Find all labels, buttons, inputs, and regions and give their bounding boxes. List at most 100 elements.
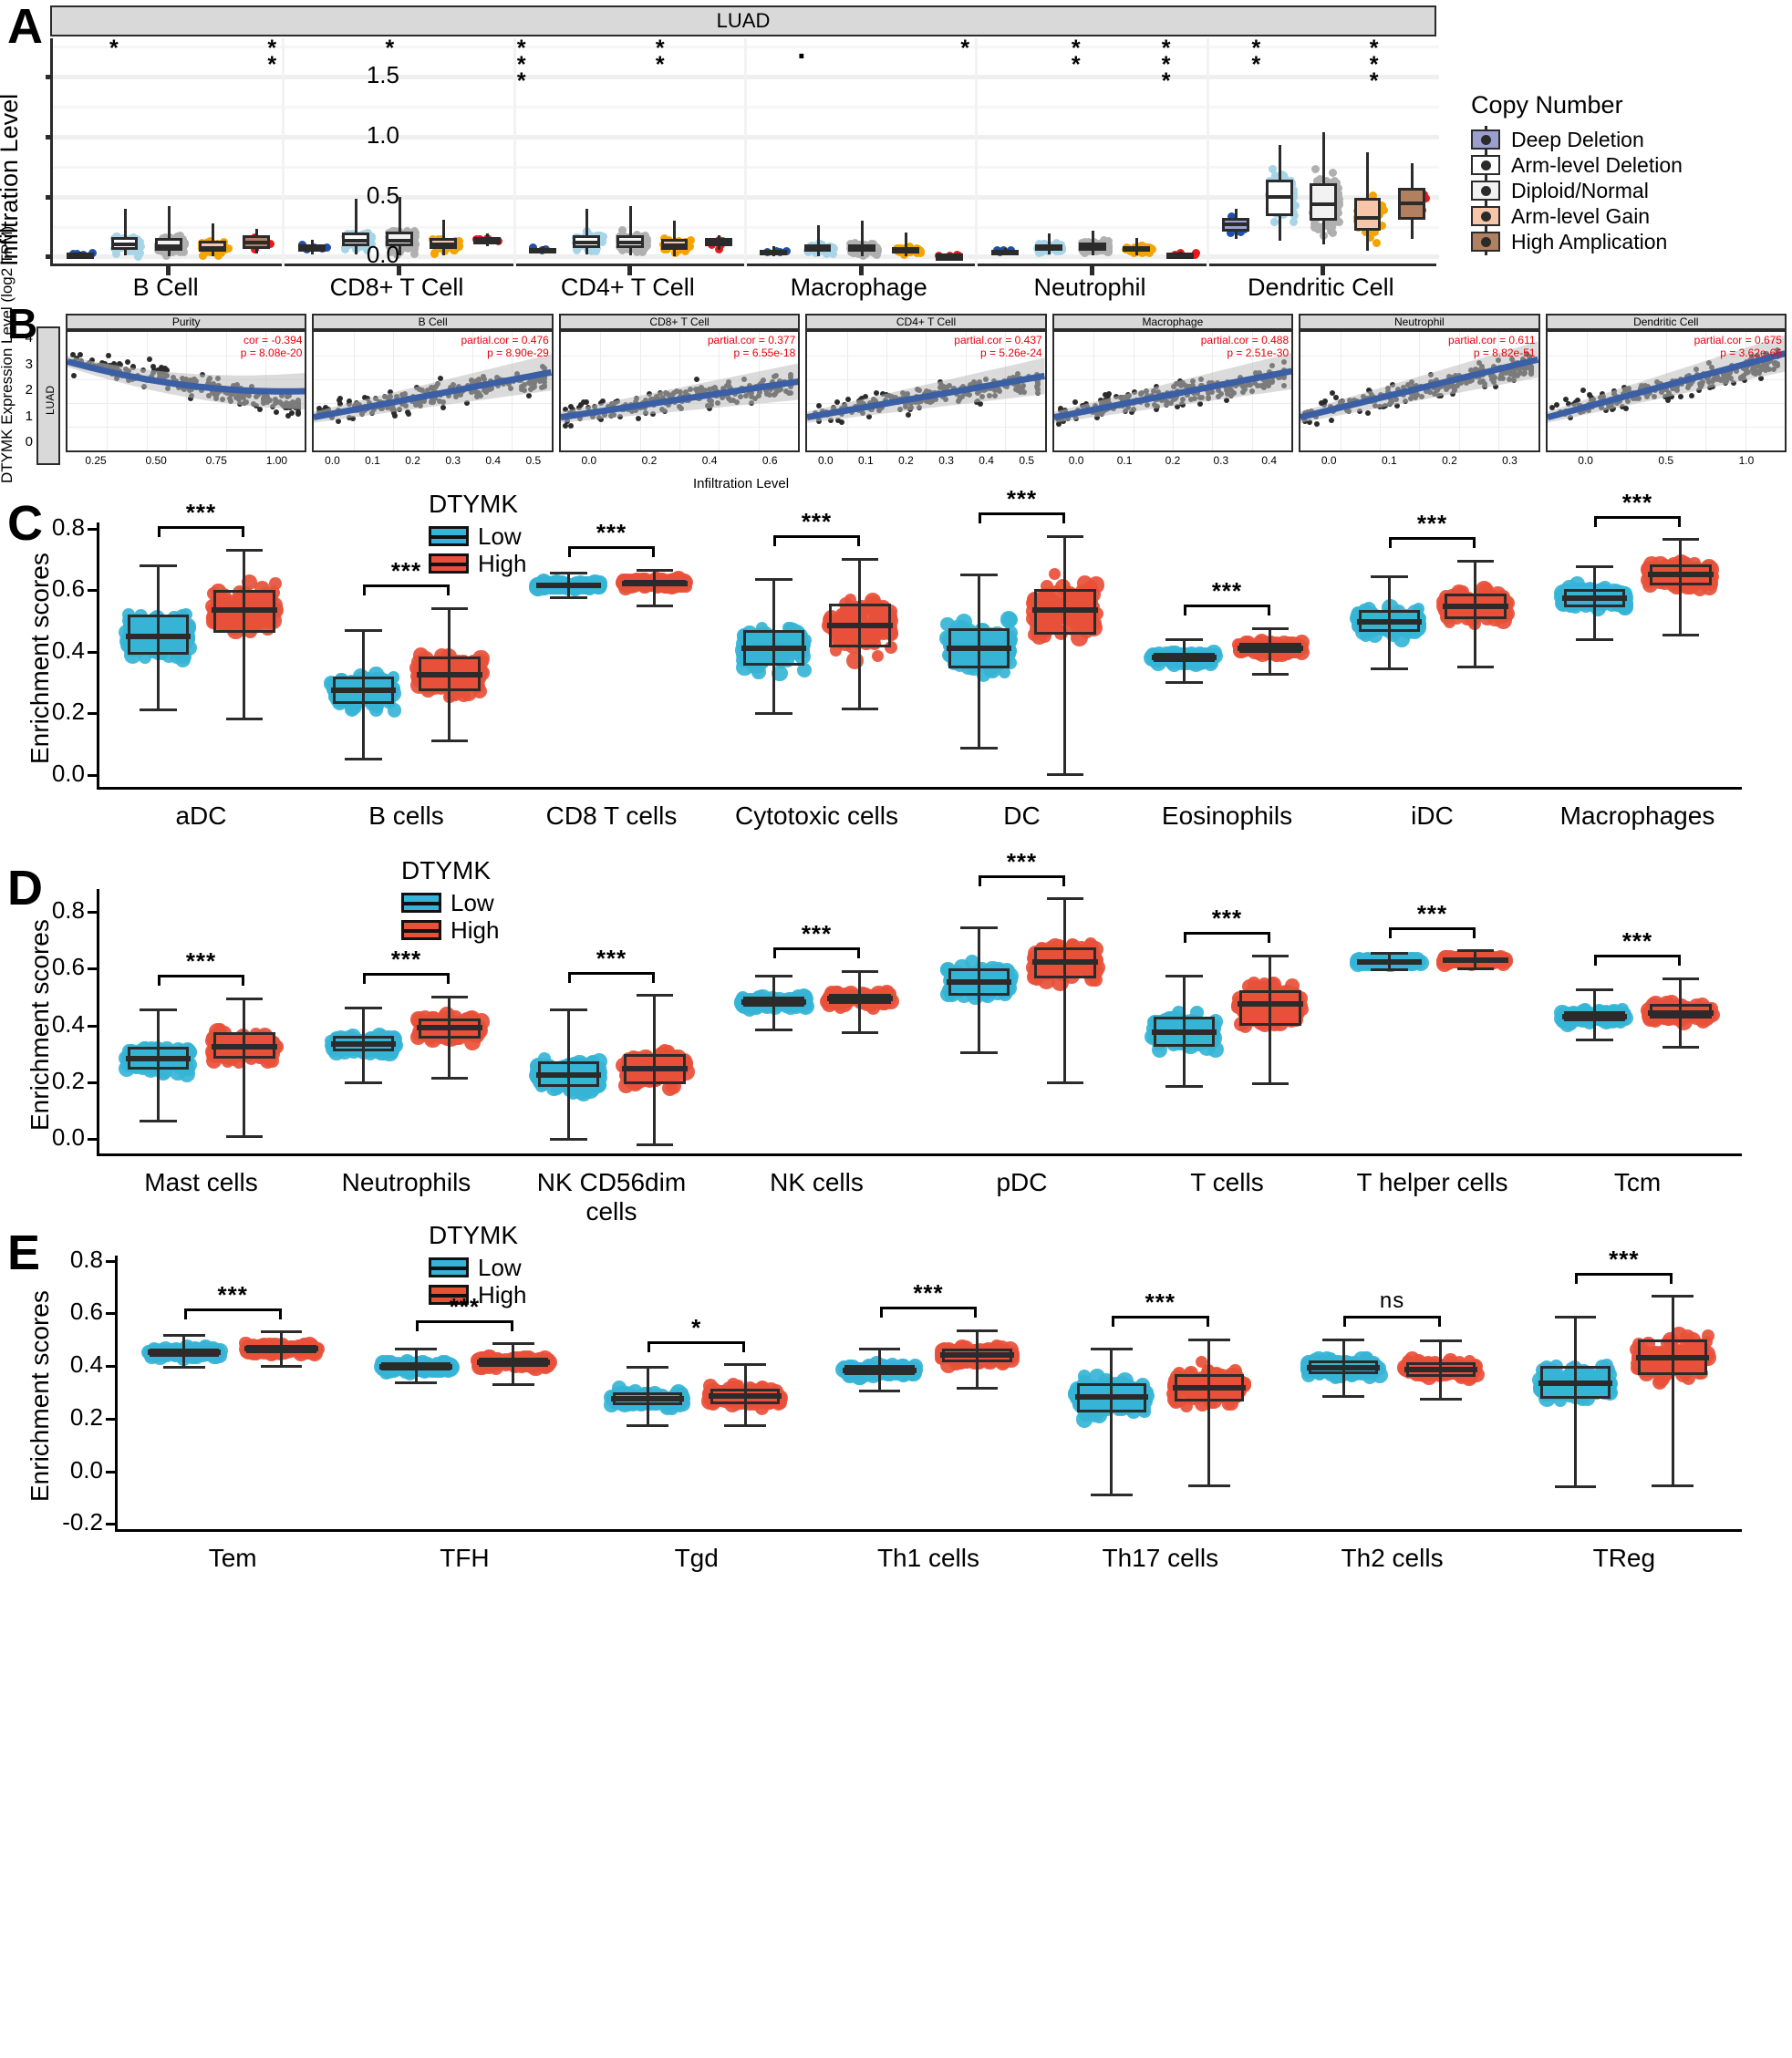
- legend-item-2[interactable]: Diploid/Normal: [1471, 177, 1790, 204]
- subplot-plot-area: partial.cor = 0.488 p = 2.51e-30: [1051, 330, 1294, 452]
- panel-b-x-tick: 0.25: [85, 454, 107, 467]
- subplot-plot-area: partial.cor = 0.675 p = 3.62e-66: [1545, 330, 1787, 452]
- correlation-value: cor = -0.394: [243, 334, 303, 346]
- panel-a-y-tick: 0.5: [366, 181, 399, 209]
- panel-b-subplot-1: B Cell partial.cor = 0.476 p = 8.90e-29 0.0…: [312, 314, 554, 467]
- panel-a-strip: LUAD: [50, 5, 1436, 36]
- panelc-y-tick: 0.4: [51, 636, 85, 664]
- data-point: [134, 252, 143, 261]
- whisker-cap: [345, 628, 382, 632]
- panel-b-subplot-3: CD4+ T Cell partial.cor = 0.437 p = 5.26e-…: [805, 314, 1047, 467]
- subplot-strip: Macrophage: [1051, 314, 1294, 330]
- panel-b-x-tick: 0.1: [1381, 454, 1397, 467]
- subplot-plot-area: partial.cor = 0.437 p = 5.26e-24: [805, 330, 1047, 452]
- panel-b-x-tick: 0.2: [1165, 454, 1181, 467]
- whisker-cap: [430, 606, 468, 610]
- p-value: p = 8.08e-20: [240, 346, 303, 359]
- whisker: [585, 208, 589, 255]
- subplot-title: Macrophage: [1142, 315, 1204, 328]
- panel-a-tickmark: [46, 75, 53, 80]
- panelc-y-tick: 0.8: [51, 512, 85, 541]
- panel-a-x-label: CD8+ T Cell: [329, 274, 464, 301]
- subplot-title: CD8+ T Cell: [649, 315, 710, 328]
- whisker: [243, 550, 246, 719]
- panel-a-tickmark: [46, 254, 53, 260]
- panel-b-y-tick: 4: [25, 330, 33, 346]
- panel-b-x-tick: 0.3: [1502, 454, 1518, 467]
- median-line: [1222, 222, 1249, 226]
- median-line: [125, 633, 191, 639]
- panel-b-x-tick: 0.1: [1116, 454, 1133, 467]
- panel-b-x-tick: 1.00: [265, 454, 288, 467]
- panel-a-y-tick: 1.0: [366, 120, 399, 149]
- significance-mark: * * *: [516, 36, 526, 94]
- p-value: p = 2.51e-30: [1227, 346, 1290, 359]
- panelc-x-label: Cytotoxic cells: [735, 801, 898, 830]
- whisker-cap: [1046, 534, 1083, 538]
- panel-a-x-label: B Cell: [132, 274, 199, 301]
- bracket-tick-left: [568, 546, 572, 558]
- legend-item-1[interactable]: Arm-level Deletion: [1471, 151, 1790, 179]
- median-line: [660, 243, 689, 247]
- panel-b-y-tick: 2: [25, 382, 33, 398]
- panelc-x-label: DC: [1003, 801, 1041, 830]
- panel-b-x-tick: 0.0: [817, 454, 834, 467]
- median-line: [803, 246, 832, 251]
- subplot-plot-area: partial.cor = 0.611 p = 8.82e-51: [1299, 330, 1540, 452]
- median-line: [1079, 244, 1106, 249]
- legend-item-label: High: [478, 549, 527, 577]
- data-point: [592, 246, 601, 255]
- data-point: [387, 703, 402, 719]
- legend-item-3[interactable]: Arm-level Gain: [1471, 202, 1790, 230]
- panel-b-x-tick: 0.75: [205, 454, 227, 467]
- whisker-cap: [225, 718, 263, 721]
- whisker-cap: [636, 568, 673, 572]
- median-line: [891, 248, 919, 253]
- panel-a-x-tickmark: [858, 266, 864, 275]
- significance-label: ***: [185, 499, 217, 527]
- legend-item-4[interactable]: High Amplication: [1471, 228, 1790, 255]
- median-line: [1151, 655, 1217, 661]
- panel-a-y-tick: 1.5: [366, 61, 399, 89]
- correlation-value: partial.cor = 0.476: [461, 334, 549, 346]
- significance-mark: *: [960, 36, 970, 61]
- panel-b-x-tick: 0.3: [938, 454, 954, 467]
- panel-b-x-tick: 0.2: [405, 454, 420, 467]
- subplot-strip: CD4+ T Cell: [805, 314, 1047, 330]
- legend-title: Copy Number: [1471, 91, 1623, 119]
- panel-b-x-tick: 0.0: [325, 454, 340, 467]
- panel-a-x-tickmark: [165, 266, 171, 275]
- correlation-value: partial.cor = 0.675: [1694, 334, 1782, 346]
- median-line: [1032, 607, 1098, 614]
- legend-item-label: Arm-level Deletion: [1511, 152, 1683, 177]
- panel-a-y-tick: 0.0: [366, 241, 399, 269]
- subplot-title: CD4+ T Cell: [896, 315, 957, 328]
- panel-b-x-tick: 0.5: [1019, 454, 1035, 467]
- median-line: [616, 241, 645, 245]
- significance-label: ***: [1006, 485, 1038, 513]
- panel-a-legend: Copy Number Deep Deletion Arm-level Delet…: [1471, 91, 1790, 255]
- y-tickmark: [88, 589, 98, 593]
- bracket-tick-right: [446, 584, 450, 596]
- panel-b-x-tick: 0.4: [701, 454, 718, 467]
- whisker: [1063, 536, 1067, 775]
- legend-item-label: Diploid/Normal: [1511, 178, 1649, 202]
- median-line: [573, 240, 601, 244]
- median-line: [473, 238, 502, 243]
- median-line: [198, 245, 226, 250]
- legend-item-0[interactable]: Deep Deletion: [1471, 126, 1790, 153]
- whisker-cap: [550, 572, 587, 575]
- subplot-strip: Dendritic Cell: [1545, 314, 1787, 330]
- median-line: [827, 622, 893, 628]
- legend-item-low[interactable]: Low: [429, 522, 526, 550]
- bracket-tick-right: [1062, 512, 1065, 524]
- panel-b-x-axis-label: Infiltration Level: [693, 476, 790, 491]
- correlation-value: partial.cor = 0.611: [1448, 334, 1536, 346]
- whisker-cap: [140, 708, 177, 712]
- panel-b-x-tick: 0.0: [1068, 454, 1084, 467]
- median-line: [990, 250, 1019, 254]
- subplot-strip: B Cell: [312, 314, 554, 330]
- correlation-value: partial.cor = 0.488: [1200, 334, 1290, 346]
- correlation-value: partial.cor = 0.377: [707, 334, 796, 346]
- significance-mark: * *: [655, 36, 665, 78]
